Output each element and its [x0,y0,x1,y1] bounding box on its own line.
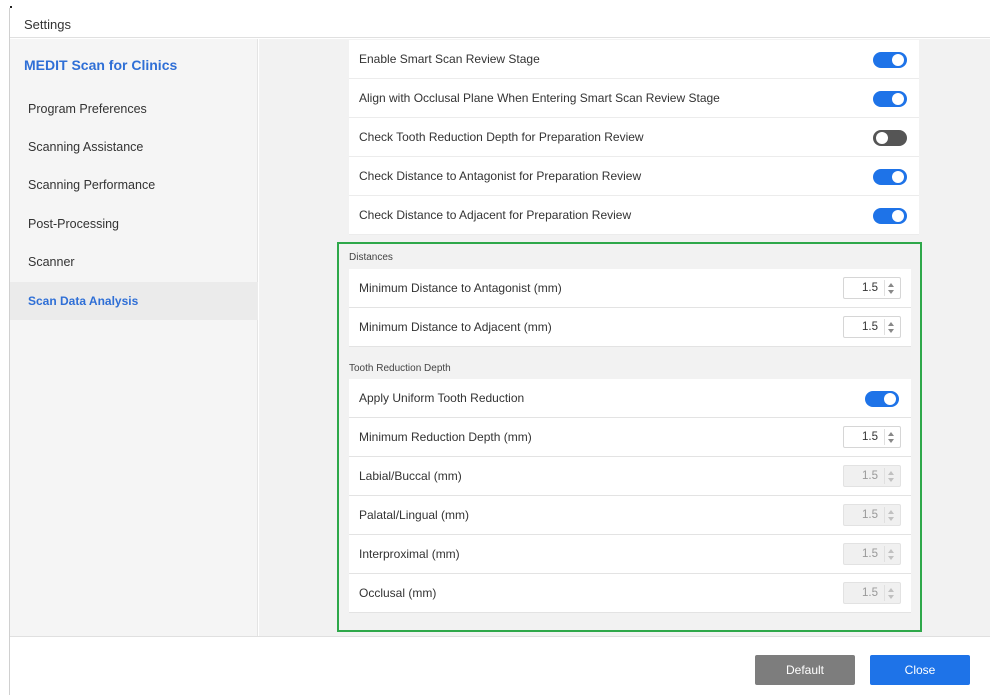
setting-row-labial-buccal: Labial/Buccal (mm) 1.5 [349,457,911,496]
min-distance-antagonist-stepper[interactable]: 1.5 [843,277,901,299]
setting-row-interproximal: Interproximal (mm) 1.5 [349,535,911,574]
default-button[interactable]: Default [755,655,855,685]
apply-uniform-reduction-toggle[interactable] [865,391,899,407]
setting-label: Check Tooth Reduction Depth for Preparat… [359,130,644,144]
setting-label: Occlusal (mm) [359,586,437,600]
setting-row-apply-uniform-reduction: Apply Uniform Tooth Reduction [349,379,911,418]
setting-label: Enable Smart Scan Review Stage [359,52,540,66]
setting-label: Check Distance to Adjacent for Preparati… [359,208,632,222]
check-tooth-reduction-depth-toggle[interactable] [873,130,907,146]
stepper-down-icon [888,595,894,599]
toggle-knob [892,93,904,105]
stepper-arrows[interactable] [884,319,898,335]
stepper-arrows [884,546,898,562]
sidebar: MEDIT Scan for Clinics Program Preferenc… [10,39,258,636]
brand-logo: MEDIT Scan for Clinics [24,57,177,73]
sidebar-item-scanning-performance[interactable]: Scanning Performance [10,166,258,204]
check-distance-antagonist-toggle[interactable] [873,169,907,185]
stepper-down-icon [888,556,894,560]
stepper-arrows [884,585,898,601]
occlusal-stepper: 1.5 [843,582,901,604]
enable-smart-scan-review-toggle[interactable] [873,52,907,68]
setting-label: Labial/Buccal (mm) [359,469,462,483]
sidebar-item-scanning-assistance[interactable]: Scanning Assistance [10,128,258,166]
stepper-value: 1.5 [862,509,878,521]
setting-label: Minimum Distance to Antagonist (mm) [359,281,562,295]
setting-label: Interproximal (mm) [359,547,460,561]
toggle-knob [876,132,888,144]
stepper-value: 1.5 [862,431,878,443]
palatal-lingual-stepper: 1.5 [843,504,901,526]
min-reduction-depth-stepper[interactable]: 1.5 [843,426,901,448]
stepper-up-icon[interactable] [888,432,894,436]
stepper-up-icon [888,588,894,592]
stepper-value: 1.5 [862,470,878,482]
stepper-up-icon[interactable] [888,322,894,326]
brand-rest: Scan for Clinics [71,57,178,73]
setting-label: Align with Occlusal Plane When Entering … [359,91,720,105]
setting-row-min-reduction-depth: Minimum Reduction Depth (mm) 1.5 [349,418,911,457]
stepper-up-icon[interactable] [888,283,894,287]
setting-label: Palatal/Lingual (mm) [359,508,470,522]
tooth-reduction-panel: Apply Uniform Tooth Reduction Minimum Re… [349,379,911,613]
sidebar-item-post-processing[interactable]: Post-Processing [10,205,258,243]
stepper-value: 1.5 [862,548,878,560]
setting-row-palatal-lingual: Palatal/Lingual (mm) 1.5 [349,496,911,535]
stepper-up-icon [888,471,894,475]
stepper-up-icon [888,549,894,553]
stepper-down-icon[interactable] [888,290,894,294]
setting-row-occlusal: Occlusal (mm) 1.5 [349,574,911,613]
setting-label: Check Distance to Antagonist for Prepara… [359,169,642,183]
stepper-down-icon[interactable] [888,329,894,333]
stepper-down-icon[interactable] [888,439,894,443]
setting-row-min-distance-antagonist: Minimum Distance to Antagonist (mm) 1.5 [349,269,911,308]
window-title: Settings [24,17,71,32]
labial-buccal-stepper: 1.5 [843,465,901,487]
toggle-knob [884,393,896,405]
setting-label: Minimum Reduction Depth (mm) [359,430,532,444]
setting-row-check-distance-adjacent: Check Distance to Adjacent for Preparati… [349,196,919,235]
stepper-value: 1.5 [862,587,878,599]
stepper-down-icon [888,517,894,521]
stepper-arrows[interactable] [884,280,898,296]
sidebar-item-scan-data-analysis[interactable]: Scan Data Analysis [10,282,258,320]
toggle-knob [892,210,904,222]
setting-row-enable-smart-scan-review: Enable Smart Scan Review Stage [349,40,919,79]
toggle-knob [892,54,904,66]
close-button[interactable]: Close [870,655,970,685]
review-toggle-list: Enable Smart Scan Review Stage Align wit… [349,40,919,235]
setting-row-check-distance-antagonist: Check Distance to Antagonist for Prepara… [349,157,919,196]
setting-row-min-distance-adjacent: Minimum Distance to Adjacent (mm) 1.5 [349,308,911,347]
stepper-value: 1.5 [862,282,878,294]
interproximal-stepper: 1.5 [843,543,901,565]
title-bar: Settings [10,8,990,38]
brand-bold: MEDIT [24,57,68,73]
stepper-arrows[interactable] [884,429,898,445]
toggle-knob [892,171,904,183]
setting-label: Apply Uniform Tooth Reduction [359,391,525,405]
stepper-arrows [884,468,898,484]
sidebar-item-program-preferences[interactable]: Program Preferences [10,90,258,128]
distances-heading: Distances [349,252,393,263]
stepper-arrows [884,507,898,523]
tooth-reduction-depth-heading: Tooth Reduction Depth [349,363,451,374]
sidebar-item-scanner[interactable]: Scanner [10,243,258,281]
min-distance-adjacent-stepper[interactable]: 1.5 [843,316,901,338]
dialog-footer: Default Close [10,636,990,695]
check-distance-adjacent-toggle[interactable] [873,208,907,224]
stepper-value: 1.5 [862,321,878,333]
stepper-up-icon [888,510,894,514]
distances-panel: Minimum Distance to Antagonist (mm) 1.5 … [349,269,911,347]
align-occlusal-plane-toggle[interactable] [873,91,907,107]
stepper-down-icon [888,478,894,482]
setting-row-check-tooth-reduction-depth: Check Tooth Reduction Depth for Preparat… [349,118,919,157]
setting-row-align-occlusal-plane: Align with Occlusal Plane When Entering … [349,79,919,118]
setting-label: Minimum Distance to Adjacent (mm) [359,320,552,334]
